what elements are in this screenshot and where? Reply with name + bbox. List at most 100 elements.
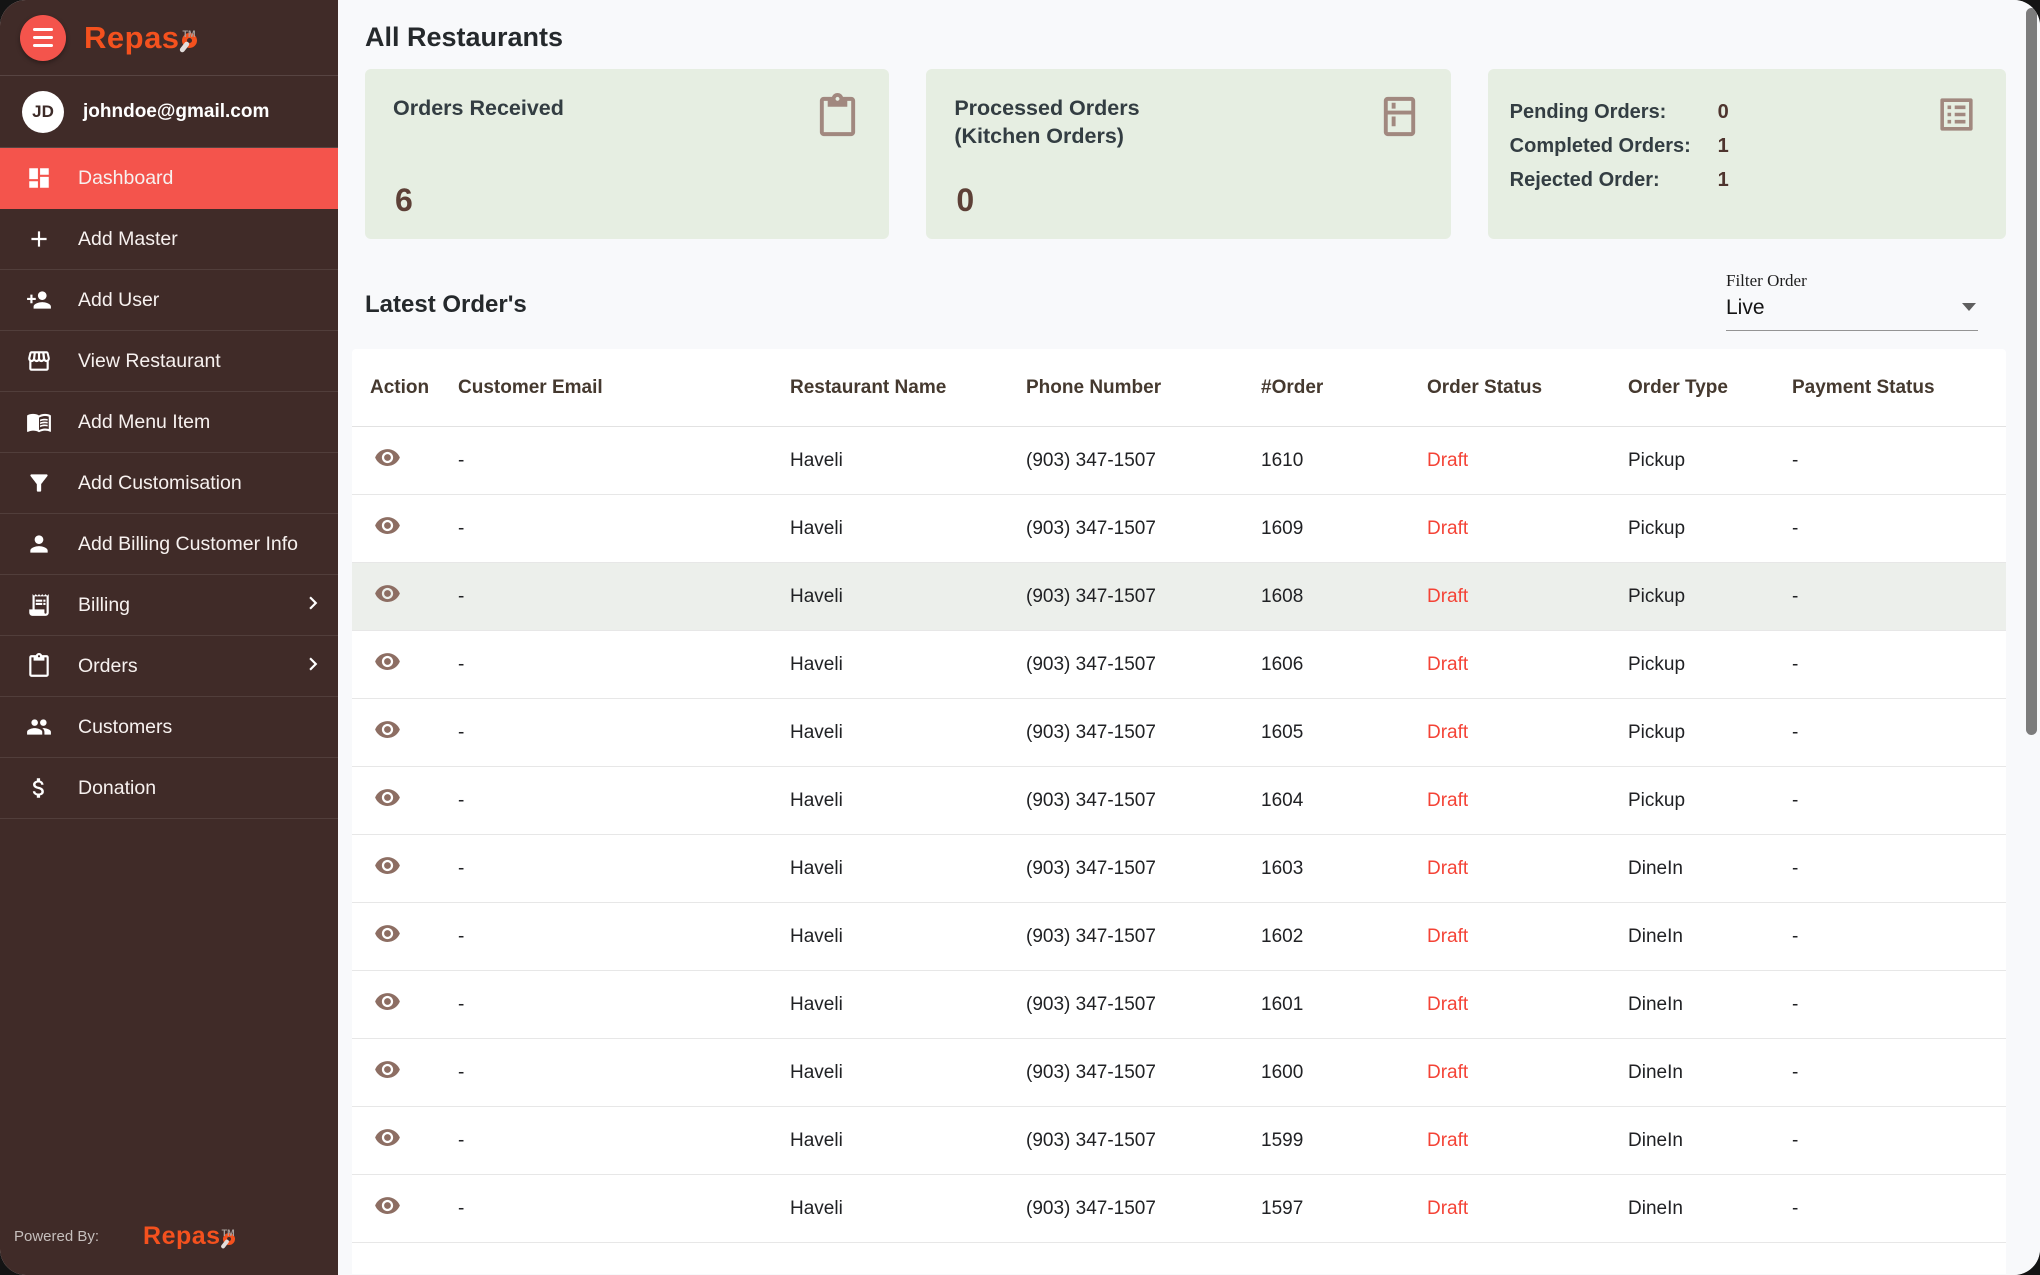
table-row: - Haveli (903) 347-1507 1599 Draft DineI… (352, 1107, 2006, 1175)
rejected-order-value: 1 (1718, 169, 1729, 192)
sidebar-header: Repas TM (0, 0, 338, 76)
view-order-button[interactable] (372, 784, 402, 814)
filter-order-label: Filter Order (1726, 271, 1978, 291)
rejected-order-row: Rejected Order: 1 (1510, 169, 1978, 192)
cell-phone-number: (903) 347-1507 (1026, 1130, 1261, 1152)
chevron-right-icon (300, 651, 326, 682)
cell-customer-email: - (458, 1198, 790, 1220)
cell-customer-email: - (458, 790, 790, 812)
cell-customer-email: - (458, 722, 790, 744)
cell-customer-email: - (458, 1062, 790, 1084)
view-order-button[interactable] (372, 580, 402, 610)
sidebar-item-add-master[interactable]: Add Master (0, 209, 338, 270)
cell-order-type: DineIn (1628, 1062, 1792, 1084)
view-order-button[interactable] (372, 988, 402, 1018)
view-order-button[interactable] (372, 1056, 402, 1086)
hamburger-menu-icon[interactable] (20, 15, 66, 61)
sidebar-item-dashboard[interactable]: Dashboard (0, 148, 338, 209)
completed-orders-value: 1 (1718, 135, 1729, 158)
col-payment-status: Payment Status (1792, 377, 2006, 399)
cell-payment-status: - (1792, 518, 2006, 540)
sidebar-item-orders[interactable]: Orders (0, 636, 338, 697)
cell-phone-number: (903) 347-1507 (1026, 858, 1261, 880)
sidebar-item-view-restaurant[interactable]: View Restaurant (0, 331, 338, 392)
cell-restaurant-name: Haveli (790, 858, 1026, 880)
cell-order-type: Pickup (1628, 450, 1792, 472)
cell-customer-email: - (458, 654, 790, 676)
cell-order-status: Draft (1427, 722, 1628, 744)
cell-restaurant-name: Haveli (790, 450, 1026, 472)
cell-restaurant-name: Haveli (790, 926, 1026, 948)
clipboard-icon (814, 93, 861, 145)
eye-icon (374, 852, 401, 879)
eye-icon (374, 648, 401, 675)
table-row: - Haveli (903) 347-1507 1597 Draft DineI… (352, 1175, 2006, 1243)
sidebar-item-donation[interactable]: Donation (0, 758, 338, 819)
cell-restaurant-name: Haveli (790, 586, 1026, 608)
cell-payment-status: - (1792, 1062, 2006, 1084)
table-row: - Haveli (903) 347-1507 1600 Draft DineI… (352, 1039, 2006, 1107)
view-order-button[interactable] (372, 444, 402, 474)
table-row: - Haveli (903) 347-1507 1608 Draft Picku… (352, 563, 2006, 631)
table-body: - Haveli (903) 347-1507 1610 Draft Picku… (352, 427, 2006, 1243)
sidebar-nav: Dashboard Add Master Add User View Resta… (0, 148, 338, 1275)
card-title: Processed Orders (Kitchen Orders) (954, 95, 1422, 150)
table-row: - Haveli (903) 347-1507 1604 Draft Picku… (352, 767, 2006, 835)
kitchen-icon (1376, 93, 1423, 145)
sidebar-item-billing[interactable]: Billing (0, 575, 338, 636)
cell-payment-status: - (1792, 654, 2006, 676)
cell-customer-email: - (458, 450, 790, 472)
view-order-button[interactable] (372, 512, 402, 542)
cell-phone-number: (903) 347-1507 (1026, 790, 1261, 812)
cell-phone-number: (903) 347-1507 (1026, 994, 1261, 1016)
view-order-button[interactable] (372, 1124, 402, 1154)
cell-restaurant-name: Haveli (790, 1062, 1026, 1084)
sidebar-item-add-billing-customer-info[interactable]: Add Billing Customer Info (0, 514, 338, 575)
completed-orders-row: Completed Orders: 1 (1510, 135, 1978, 158)
cell-phone-number: (903) 347-1507 (1026, 518, 1261, 540)
cell-payment-status: - (1792, 858, 2006, 880)
sidebar-item-add-menu-item[interactable]: Add Menu Item (0, 392, 338, 453)
cell-order-type: DineIn (1628, 858, 1792, 880)
orders-received-value: 6 (395, 182, 413, 219)
cell-customer-email: - (458, 926, 790, 948)
orders-summary-card: Pending Orders: 0 Completed Orders: 1 Re… (1488, 69, 2006, 239)
cell-order-status: Draft (1427, 1062, 1628, 1084)
cell-restaurant-name: Haveli (790, 994, 1026, 1016)
cell-order-status: Draft (1427, 586, 1628, 608)
cell-customer-email: - (458, 586, 790, 608)
view-order-button[interactable] (372, 1192, 402, 1222)
orders-table: Action Customer Email Restaurant Name Ph… (352, 349, 2006, 1274)
table-row: - Haveli (903) 347-1507 1609 Draft Picku… (352, 495, 2006, 563)
latest-orders-title: Latest Order's (365, 291, 527, 319)
view-order-button[interactable] (372, 648, 402, 678)
eye-icon (374, 716, 401, 743)
eye-icon (374, 988, 401, 1015)
vertical-scrollbar[interactable] (2026, 8, 2037, 735)
dropdown-arrow-icon (1962, 303, 1976, 311)
filter-order-value[interactable]: Live (1726, 291, 1978, 331)
sidebar-item-add-customisation[interactable]: Add Customisation (0, 453, 338, 514)
cell-phone-number: (903) 347-1507 (1026, 926, 1261, 948)
pending-orders-row: Pending Orders: 0 (1510, 101, 1978, 124)
view-order-button[interactable] (372, 716, 402, 746)
cell-order-number: 1602 (1261, 926, 1427, 948)
col-restaurant-name: Restaurant Name (790, 377, 1026, 399)
sidebar-item-add-user[interactable]: Add User (0, 270, 338, 331)
sidebar-item-customers[interactable]: Customers (0, 697, 338, 758)
cell-restaurant-name: Haveli (790, 1130, 1026, 1152)
view-order-button[interactable] (372, 920, 402, 950)
person-add-icon (0, 287, 78, 313)
view-order-button[interactable] (372, 852, 402, 882)
dollar-icon (0, 775, 78, 801)
table-row: - Haveli (903) 347-1507 1605 Draft Picku… (352, 699, 2006, 767)
menu-book-icon (0, 409, 78, 435)
cell-order-status: Draft (1427, 858, 1628, 880)
cell-payment-status: - (1792, 450, 2006, 472)
cell-order-status: Draft (1427, 994, 1628, 1016)
table-row: - Haveli (903) 347-1507 1601 Draft DineI… (352, 971, 2006, 1039)
cell-order-type: DineIn (1628, 994, 1792, 1016)
filter-order-dropdown[interactable]: Filter Order Live (1726, 271, 1978, 331)
list-icon (1935, 93, 1978, 141)
cell-restaurant-name: Haveli (790, 790, 1026, 812)
